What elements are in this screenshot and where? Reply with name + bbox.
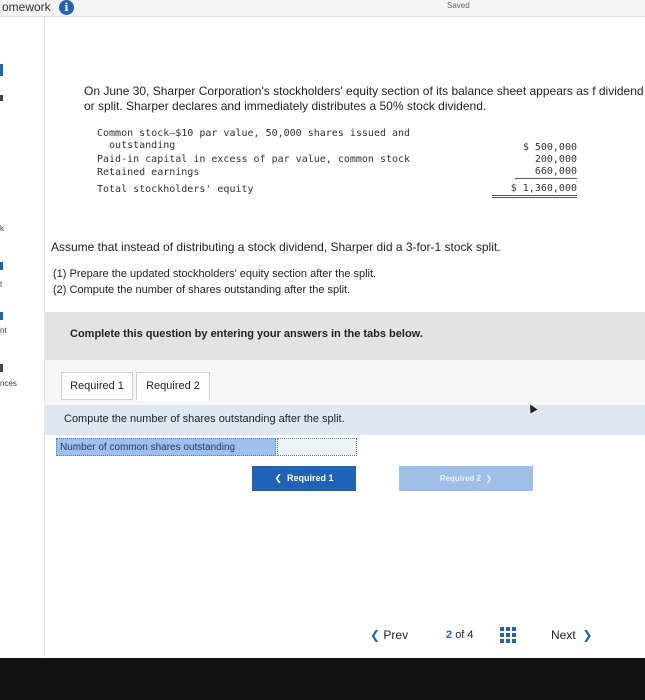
requirement-1: (1) Prepare the updated stockholders' eq…	[53, 268, 377, 280]
shares-outstanding-input[interactable]	[277, 438, 357, 456]
grid-icon[interactable]	[500, 627, 516, 643]
sidebar-marker	[0, 312, 3, 320]
prev-required-label: Required 1	[287, 473, 334, 483]
instructions-text: Complete this question by entering your …	[70, 328, 423, 340]
equity-value: 660,000	[515, 166, 577, 179]
question-text: Compute the number of shares outstanding…	[64, 413, 345, 425]
next-question-button[interactable]: Next ❯	[551, 628, 592, 642]
saved-status: Saved	[447, 1, 470, 10]
equity-label: Retained earnings	[97, 167, 200, 178]
page-indicator: 2 of 4	[446, 629, 474, 641]
prev-question-button[interactable]: ❮ Prev	[370, 628, 408, 642]
chevron-right-icon: ❯	[481, 474, 493, 483]
sidebar-marker	[0, 64, 3, 76]
page-total: of 4	[455, 629, 474, 641]
problem-statement: On June 30, Sharper Corporation's stockh…	[84, 84, 644, 113]
chevron-left-icon: ❮	[274, 473, 288, 483]
equity-value: $ 500,000	[522, 142, 577, 153]
bottom-bezel	[0, 658, 645, 700]
current-page: 2	[446, 629, 453, 641]
prev-required-button[interactable]: ❮ Required 1	[252, 466, 356, 491]
sidebar-item[interactable]: k	[0, 224, 4, 233]
chevron-right-icon: ❯	[579, 628, 593, 642]
requirement-2: (2) Compute the number of shares outstan…	[53, 284, 351, 296]
tab-required-1[interactable]: Required 1	[61, 372, 133, 400]
equity-label: Paid-in capital in excess of par value, …	[97, 154, 411, 165]
equity-total: $ 1,360,000	[492, 183, 577, 198]
chevron-left-icon: ❮	[370, 628, 381, 642]
equity-label: Common stock—$10 par value, 50,000 share…	[97, 128, 411, 139]
prev-label: Prev	[383, 628, 409, 642]
sidebar-item[interactable]: t	[0, 280, 2, 289]
sidebar-marker	[0, 95, 3, 101]
next-required-label: Required 2	[439, 474, 482, 483]
tabs-bar	[45, 360, 645, 405]
tab-required-2[interactable]: Required 2	[136, 372, 210, 401]
next-required-button[interactable]: Required 2 ❯	[399, 466, 533, 491]
top-bar: omework i Saved	[0, 0, 645, 17]
app-title: omework	[2, 0, 51, 14]
equity-value: 200,000	[534, 154, 577, 165]
assume-text: Assume that instead of distributing a st…	[51, 240, 501, 254]
sidebar-marker	[0, 364, 3, 372]
next-label: Next	[551, 628, 576, 642]
sidebar-marker	[0, 262, 3, 270]
equity-label: outstanding	[97, 140, 176, 151]
equity-label: Total stockholders' equity	[97, 184, 254, 195]
info-icon[interactable]: i	[59, 0, 74, 15]
sidebar-item[interactable]: nt	[0, 326, 7, 335]
left-sidebar	[0, 17, 45, 657]
sidebar-item[interactable]: nces	[0, 379, 17, 388]
answer-label: Number of common shares outstanding	[56, 438, 276, 456]
